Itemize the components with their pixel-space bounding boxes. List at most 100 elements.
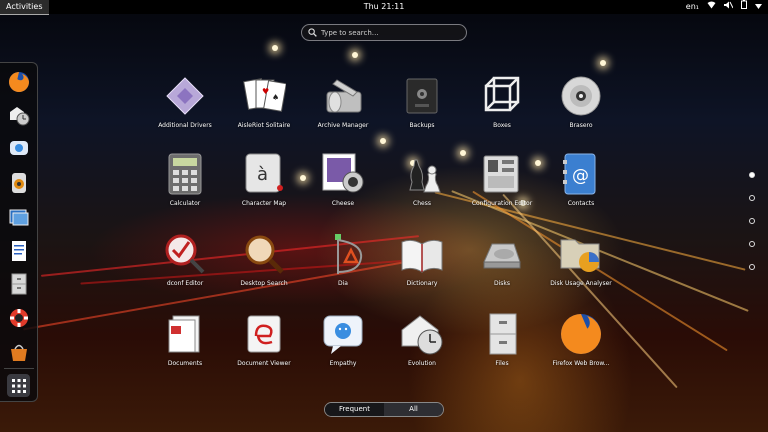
system-status-area[interactable]: en₁ <box>686 0 762 14</box>
page-dot[interactable] <box>749 195 755 201</box>
app-character-map[interactable]: à Character Map <box>226 152 302 207</box>
svg-text:♥: ♥ <box>262 87 269 96</box>
app-documents[interactable]: Documents <box>147 312 223 367</box>
dash-software[interactable] <box>7 340 30 363</box>
app-aisleriot-solitaire[interactable]: ♥ ♠ AisleRiot Solitaire <box>226 74 302 129</box>
app-label: Additional Drivers <box>158 122 212 129</box>
check-magnifier-icon <box>163 232 207 276</box>
dash-evolution[interactable] <box>7 103 30 126</box>
app-label: Character Map <box>241 200 287 207</box>
app-configuration-editor[interactable]: Configuration Editor <box>464 152 540 207</box>
app-evolution[interactable]: Evolution <box>384 312 460 367</box>
app-label: Dictionary <box>406 280 438 287</box>
app-label: AisleRiot Solitaire <box>237 122 291 129</box>
app-contacts[interactable]: @ Contacts <box>543 152 619 207</box>
app-archive-manager[interactable]: Archive Manager <box>305 74 381 129</box>
chat-bubble-icon <box>321 312 365 356</box>
dash-files[interactable] <box>7 272 30 295</box>
configuration-editor-icon <box>480 152 524 196</box>
safe-icon <box>400 74 444 118</box>
archive-icon <box>321 74 365 118</box>
app-calculator[interactable]: Calculator <box>147 152 223 207</box>
playing-cards-icon: ♥ ♠ <box>242 74 287 118</box>
app-dictionary[interactable]: Dictionary <box>384 232 460 287</box>
svg-text:♠: ♠ <box>272 93 279 102</box>
app-cheese[interactable]: Cheese <box>305 152 381 207</box>
app-label: Cheese <box>331 200 355 207</box>
document-icon <box>11 240 26 261</box>
page-dot[interactable] <box>749 172 755 178</box>
app-disks[interactable]: Disks <box>464 232 540 287</box>
dash-writer[interactable] <box>7 239 30 262</box>
view-toggle: Frequent All <box>324 402 444 417</box>
document-viewer-icon <box>242 312 286 356</box>
search-entry[interactable]: Type to search… <box>301 24 467 41</box>
app-chess[interactable]: Chess <box>384 152 460 207</box>
volume-icon[interactable] <box>724 0 734 14</box>
language-indicator[interactable]: en₁ <box>686 0 699 14</box>
top-bar: Activities Thu 21:11 en₁ <box>0 0 768 15</box>
app-document-viewer[interactable]: Document Viewer <box>226 312 302 367</box>
svg-text:@: @ <box>572 166 589 186</box>
hard-disk-icon <box>480 232 524 276</box>
all-button[interactable]: All <box>384 403 443 416</box>
page-dot[interactable] <box>749 264 755 270</box>
page-dot[interactable] <box>749 241 755 247</box>
app-label: Backups <box>409 122 435 129</box>
app-label: Disks <box>493 280 510 287</box>
app-disk-usage-analyser[interactable]: Disk Usage Analyser <box>543 232 619 287</box>
app-files[interactable]: Files <box>464 312 540 367</box>
calculator-icon <box>163 152 207 196</box>
wifi-icon[interactable] <box>707 0 716 14</box>
empathy-icon <box>9 140 28 155</box>
app-label: Calculator <box>169 200 201 207</box>
software-bag-icon <box>10 344 27 361</box>
mail-clock-icon <box>400 312 444 356</box>
dash-help[interactable] <box>7 306 30 329</box>
character-key-icon: à <box>242 152 286 196</box>
app-boxes[interactable]: Boxes <box>464 74 540 129</box>
cube-wireframe-icon <box>480 74 524 118</box>
file-cabinet-icon <box>11 273 26 294</box>
rhythmbox-icon <box>11 172 26 193</box>
app-label: Archive Manager <box>317 122 369 129</box>
file-cabinet-icon <box>480 312 524 356</box>
app-desktop-search[interactable]: Desktop Search <box>226 232 302 287</box>
app-label: Files <box>495 360 509 367</box>
app-label: Dia <box>338 280 348 287</box>
app-brasero[interactable]: Brasero <box>543 74 619 129</box>
chip-icon <box>163 74 207 118</box>
clock[interactable]: Thu 21:11 <box>0 0 768 14</box>
app-label: Firefox Web Brow... <box>552 360 610 367</box>
page-dot[interactable] <box>749 218 755 224</box>
search-icon <box>308 28 317 37</box>
photos-icon <box>9 209 28 225</box>
app-empathy[interactable]: Empathy <box>305 312 381 367</box>
app-dia[interactable]: Dia <box>305 232 381 287</box>
app-backups[interactable]: Backups <box>384 74 460 129</box>
app-additional-drivers[interactable]: Additional Drivers <box>147 74 223 129</box>
dash-separator <box>4 368 34 369</box>
webcam-photo-icon <box>321 152 365 196</box>
firefox-icon <box>8 71 29 92</box>
dash-shotwell[interactable] <box>7 205 30 228</box>
frequent-button[interactable]: Frequent <box>325 403 384 416</box>
app-label: Document Viewer <box>237 360 291 367</box>
app-firefox[interactable]: Firefox Web Brow... <box>543 312 619 367</box>
evolution-icon <box>9 106 29 125</box>
app-dconf-editor[interactable]: dconf Editor <box>147 232 223 287</box>
dia-diagram-icon <box>321 232 365 276</box>
folder-pie-chart-icon <box>559 232 603 276</box>
battery-icon[interactable] <box>741 0 747 14</box>
chevron-down-icon[interactable] <box>755 0 762 14</box>
dash-empathy[interactable] <box>7 137 30 160</box>
firefox-icon <box>559 312 603 356</box>
show-applications-button[interactable] <box>7 374 30 397</box>
dash-firefox[interactable] <box>7 70 30 93</box>
app-label: Chess <box>413 200 431 207</box>
dash-rhythmbox[interactable] <box>7 171 30 194</box>
svg-text:à: à <box>257 164 268 185</box>
page-indicators <box>749 172 755 287</box>
chess-pieces-icon <box>400 152 444 196</box>
address-book-icon: @ <box>559 152 603 196</box>
